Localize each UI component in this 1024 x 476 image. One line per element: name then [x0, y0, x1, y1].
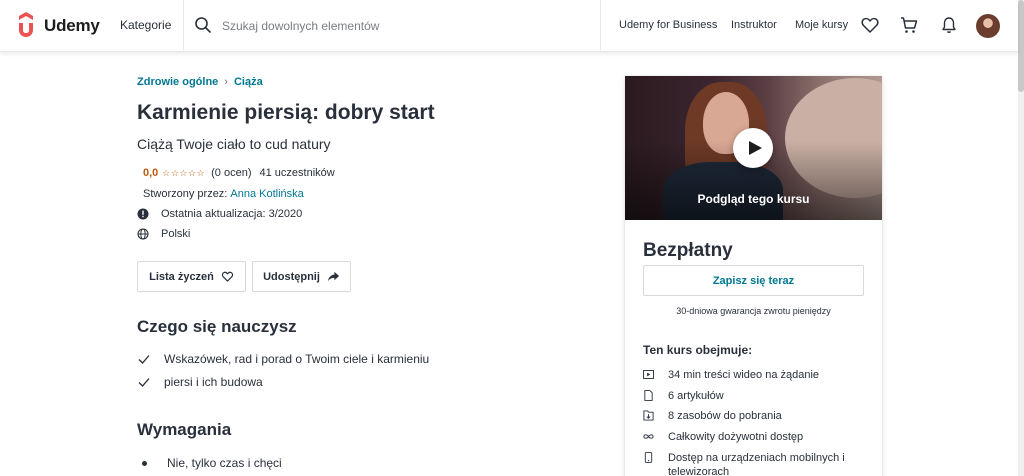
includes-text: 8 zasobów do pobrania: [668, 410, 782, 422]
udemy-logo-icon: [19, 12, 33, 37]
udemy-logo[interactable]: Udemy: [12, 12, 100, 40]
list-item: piersi i ich budowa: [138, 375, 263, 389]
globe-icon: [137, 228, 149, 240]
share-button[interactable]: Udostępnij: [252, 261, 351, 292]
categories-menu[interactable]: Kategorie: [120, 18, 171, 32]
star-rating-icon: ☆☆☆☆☆: [162, 167, 206, 178]
breadcrumb: Zdrowie ogólne › Ciąża: [137, 76, 263, 88]
includes-text: Dostęp na urządzeniach mobilnych i telew…: [668, 452, 845, 476]
includes-title: Ten kurs obejmuje:: [643, 343, 753, 357]
page-scrollbar[interactable]: [1018, 0, 1024, 476]
nav-my-courses[interactable]: Moje kursy: [795, 19, 848, 31]
requirement-text: Nie, tylko czas i chęci: [167, 456, 282, 470]
course-preview[interactable]: Podgląd tego kursu: [625, 76, 882, 220]
course-subtitle: Ciążą Twoje ciało to cud natury: [137, 136, 331, 152]
purchase-card: Podgląd tego kursu Bezpłatny Zapisz się …: [625, 76, 882, 476]
bell-icon[interactable]: [939, 15, 959, 35]
learn-section-title: Czego się nauczysz: [137, 317, 297, 336]
learn-item-text: Wskazówek, rad i porad o Twoim ciele i k…: [164, 352, 430, 366]
preview-label: Podgląd tego kursu: [697, 192, 810, 206]
price: Bezpłatny: [643, 240, 733, 261]
article-icon: [644, 390, 653, 401]
cart-icon[interactable]: [899, 15, 919, 35]
student-count: 41 uczestników: [259, 167, 335, 179]
includes-text: 34 min treści wideo na żądanie: [668, 369, 820, 381]
author-link[interactable]: Anna Kotlińska: [230, 188, 303, 200]
rating-row: 0,0 ☆☆☆☆☆ (0 ocen) 41 uczestników: [143, 167, 335, 179]
includes-item: Całkowity dożywotni dostęp: [643, 430, 868, 444]
download-icon: [643, 410, 654, 421]
rating-value: 0,0: [143, 167, 159, 179]
breadcrumb-chevron-icon: ›: [224, 76, 228, 88]
course-title: Karmienie piersią: dobry start: [137, 101, 435, 124]
play-button[interactable]: [733, 128, 773, 168]
created-by-label: Stworzony przez:: [143, 188, 228, 200]
includes-item: 6 artykułów: [643, 389, 868, 403]
alert-badge-icon: [137, 208, 149, 220]
last-update: Ostatnia aktualizacja: 3/2020: [137, 208, 302, 220]
rating-count[interactable]: (0 ocen): [211, 167, 251, 179]
user-avatar[interactable]: [976, 14, 1000, 38]
breadcrumb-item[interactable]: Ciąża: [234, 76, 263, 88]
video-icon: [643, 370, 654, 379]
mobile-icon: [644, 452, 653, 463]
play-icon: [748, 141, 762, 155]
includes-item: 34 min treści wideo na żądanie: [643, 368, 868, 382]
includes-text: Całkowity dożywotni dostęp: [668, 431, 804, 443]
search-input[interactable]: [222, 14, 582, 38]
share-arrow-icon: [327, 271, 339, 282]
language: Polski: [137, 228, 190, 240]
breadcrumb-item[interactable]: Zdrowie ogólne: [137, 76, 218, 88]
logo-text: Udemy: [44, 16, 100, 35]
wishlist-button[interactable]: Lista życzeń: [137, 261, 246, 292]
nav-instructor[interactable]: Instruktor: [731, 19, 777, 31]
share-label: Udostępnij: [263, 270, 320, 283]
includes-item: Dostęp na urządzeniach mobilnych i telew…: [643, 451, 868, 476]
search-icon[interactable]: [194, 16, 212, 34]
includes-text: 6 artykułów: [668, 390, 724, 402]
search-bar: [183, 0, 601, 52]
list-item: Wskazówek, rad i porad o Twoim ciele i k…: [138, 352, 429, 366]
top-navbar: Udemy Kategorie Udemy for Business Instr…: [0, 0, 1018, 52]
learn-item-text: piersi i ich budowa: [164, 375, 263, 389]
list-item: Nie, tylko czas i chęci: [138, 456, 282, 470]
check-icon: [138, 378, 150, 387]
check-icon: [138, 355, 150, 364]
includes-item: 8 zasobów do pobrania: [643, 409, 868, 423]
language-text: Polski: [161, 228, 191, 240]
wishlist-label: Lista życzeń: [149, 270, 214, 283]
heart-icon: [221, 271, 234, 282]
infinity-icon: [643, 434, 654, 439]
money-back-guarantee: 30-dniowa gwarancja zwrotu pieniędzy: [676, 306, 831, 316]
requirements-section-title: Wymagania: [137, 420, 232, 439]
enroll-button[interactable]: Zapisz się teraz: [643, 265, 864, 296]
scrollbar-thumb[interactable]: [1018, 0, 1024, 92]
last-update-text: Ostatnia aktualizacja: 3/2020: [161, 208, 303, 220]
heart-icon[interactable]: [860, 15, 880, 35]
nav-udemy-business[interactable]: Udemy for Business: [619, 19, 717, 31]
created-by: Stworzony przez: Anna Kotlińska: [143, 188, 304, 200]
bullet-icon: [142, 460, 147, 466]
